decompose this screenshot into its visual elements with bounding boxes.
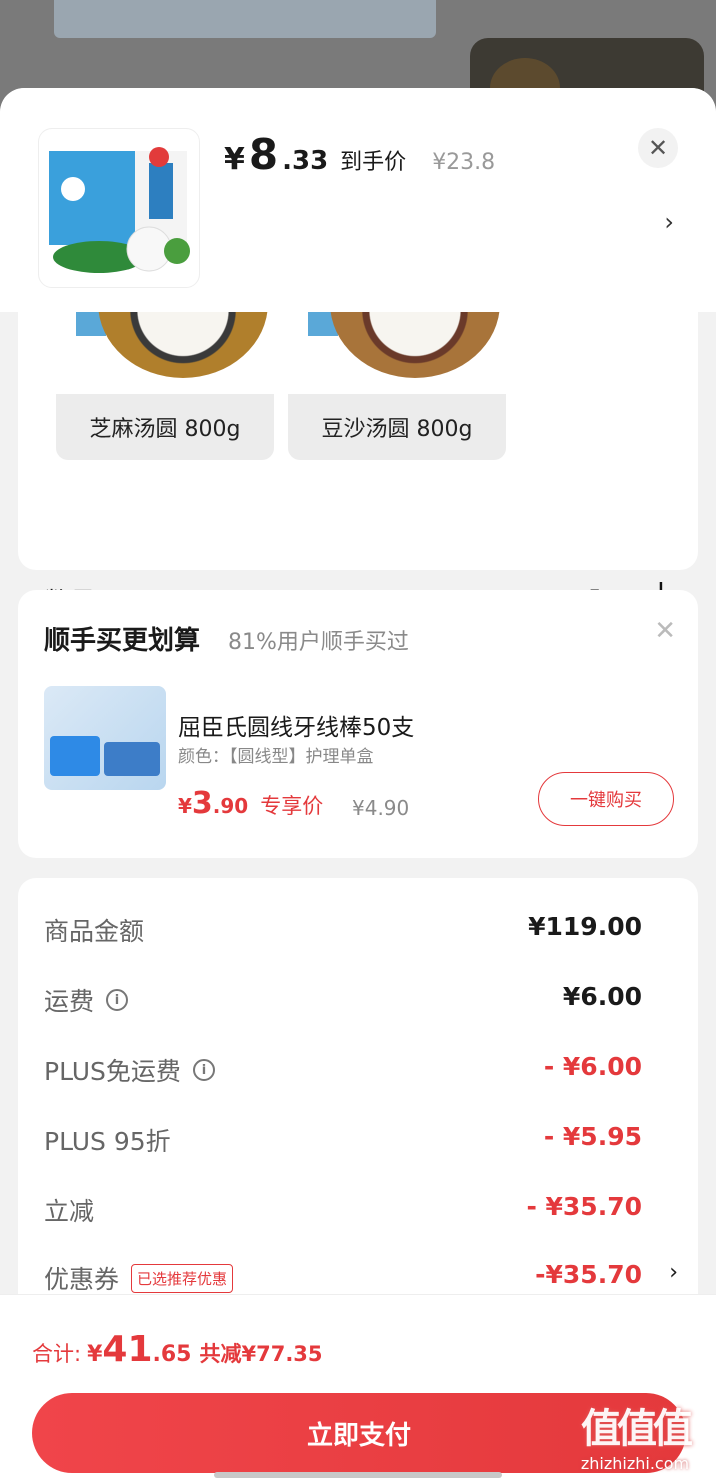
price-decimal: .33: [282, 146, 329, 176]
total-amount: 合计: ¥ 41 .65 共减¥77.35: [32, 1329, 323, 1370]
price-row: ¥ 8 .33 到手价 ¥23.8: [224, 130, 495, 179]
addon-price-currency: ¥: [178, 794, 192, 818]
chevron-right-icon[interactable]: ›: [664, 208, 674, 236]
summary-label: 立减: [44, 1197, 95, 1226]
addon-price: ¥ 3 .90 专享价: [178, 786, 323, 821]
info-icon[interactable]: i: [106, 989, 129, 1011]
summary-value: - ¥6.00: [543, 1052, 642, 1081]
price-summary-card: 商品金额 ¥119.00 运费 i ¥6.00 PLUS免运费 i - ¥6.0…: [18, 878, 698, 1298]
price-integer: 8: [248, 130, 279, 179]
total-saved: 共减¥77.35: [199, 1342, 323, 1366]
summary-value: ¥119.00: [528, 912, 642, 941]
product-thumbnail: [38, 128, 200, 288]
chevron-right-icon[interactable]: ›: [669, 1260, 678, 1285]
original-price: ¥23.8: [432, 150, 496, 175]
total-integer: 41: [102, 1329, 153, 1370]
summary-row-subtotal: 商品金额 ¥119.00: [44, 908, 662, 952]
summary-value: - ¥35.70: [526, 1192, 642, 1221]
order-bottom-sheet: ¥ 8 .33 到手价 ¥23.8 ✕ › 芝麻汤圆 800g 豆沙汤圆 800…: [0, 88, 716, 1480]
addon-image-tag: [50, 736, 100, 776]
total-label: 合计:: [32, 1342, 82, 1366]
spec-card: 芝麻汤圆 800g 豆沙汤圆 800g 数量 − 5 +: [18, 288, 698, 618]
summary-label: PLUS 95折: [44, 1127, 171, 1156]
summary-row-plus-discount: PLUS 95折 - ¥5.95: [44, 1118, 662, 1162]
addon-product-name[interactable]: 屈臣氏圆线牙线棒50支: [178, 708, 414, 742]
addon-product-image[interactable]: [44, 686, 166, 790]
price-tag: 到手价: [340, 150, 407, 175]
summary-row-shipping: 运费 i ¥6.00: [44, 978, 662, 1022]
watermark-url: zhizhizhi.com: [580, 1454, 690, 1473]
home-indicator: [214, 1472, 502, 1478]
coupon-label: 优惠券: [44, 1265, 120, 1294]
total-decimal: .65: [152, 1342, 192, 1367]
addon-original-price: ¥4.90: [352, 796, 410, 820]
addon-title: 顺手买更划算: [44, 626, 201, 656]
product-package-image: [49, 147, 190, 273]
summary-row-instant-discount: 立减 - ¥35.70: [44, 1188, 662, 1232]
summary-value: -¥35.70: [535, 1260, 642, 1289]
total-currency: ¥: [87, 1342, 103, 1367]
sheet-header: ¥ 8 .33 到手价 ¥23.8 ✕ ›: [0, 88, 716, 312]
close-button[interactable]: ✕: [638, 128, 678, 168]
background-banner: [54, 0, 436, 38]
variant-label: 豆沙汤圆 800g: [321, 417, 473, 442]
addon-image-package: [104, 742, 160, 776]
one-click-buy-button[interactable]: 一键购买: [538, 772, 674, 826]
watermark-glyph: 值值值: [581, 1406, 693, 1452]
shipping-label: 运费: [44, 987, 95, 1016]
variant-option-sesame[interactable]: 芝麻汤圆 800g: [56, 288, 274, 460]
summary-value: - ¥5.95: [543, 1122, 642, 1151]
summary-value: ¥6.00: [562, 982, 642, 1011]
variant-label: 芝麻汤圆 800g: [89, 417, 241, 442]
addon-price-tag: 专享价: [260, 794, 324, 818]
addon-card: 顺手买更划算 81%用户顺手买过 ✕ 屈臣氏圆线牙线棒50支 颜色：【圆线型】护…: [18, 590, 698, 858]
addon-product-spec: 颜色：【圆线型】护理单盒: [178, 747, 374, 767]
summary-row-plus-free-shipping: PLUS免运费 i - ¥6.00: [44, 1048, 662, 1092]
summary-label: 商品金额: [44, 917, 145, 946]
summary-label: PLUS免运费 i: [44, 1052, 215, 1088]
info-icon[interactable]: i: [192, 1059, 215, 1081]
summary-label: 运费 i: [44, 982, 129, 1018]
addon-subtitle: 81%用户顺手买过: [228, 630, 409, 655]
addon-price-decimal: .90: [212, 794, 249, 818]
addon-close-icon[interactable]: ✕: [654, 616, 676, 646]
variant-option-redbean[interactable]: 豆沙汤圆 800g: [288, 288, 506, 460]
watermark-logo: 值值值 zhizhizhi.com: [570, 1396, 700, 1480]
addon-price-integer: 3: [191, 786, 213, 821]
coupon-badge: 已选推荐优惠: [131, 1263, 234, 1293]
summary-label: 优惠券 已选推荐优惠: [44, 1260, 234, 1296]
price-currency: ¥: [224, 142, 245, 177]
plus-shipping-label: PLUS免运费: [44, 1057, 181, 1086]
close-icon: ✕: [647, 134, 669, 162]
